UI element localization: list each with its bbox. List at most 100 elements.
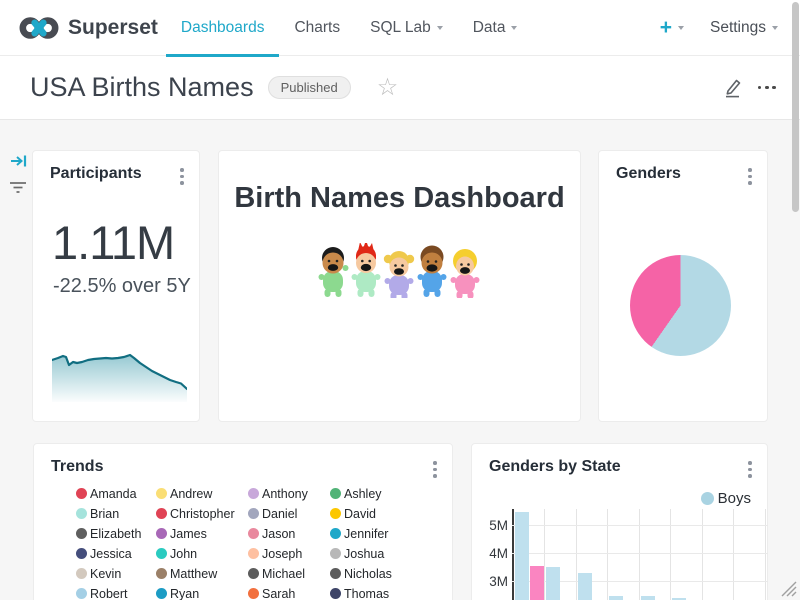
bar-boys [578,573,592,600]
legend-item-jennifer[interactable]: Jennifer [330,528,420,539]
legend-name: Kevin [90,567,121,581]
legend-item-michael[interactable]: Michael [248,568,330,579]
legend-dot [248,508,259,519]
legend-name: Robert [90,587,128,600]
boys-legend-item[interactable]: Boys [701,490,751,507]
bar-boys [641,596,655,600]
legend-name: John [170,547,197,561]
published-badge[interactable]: Published [268,76,351,99]
legend-dot [156,528,167,539]
legend-item-anthony[interactable]: Anthony [248,488,330,499]
dashboard-grid: Participants 1.11M -22.5% over 5Y Birth … [0,120,800,600]
legend-item-matthew[interactable]: Matthew [156,568,248,579]
legend-item-jason[interactable]: Jason [248,528,330,539]
gridline [670,509,671,600]
legend-item-nicholas[interactable]: Nicholas [330,568,420,579]
markdown-card: Birth Names Dashboard [218,150,581,422]
gridline [733,509,734,600]
legend-item-christopher[interactable]: Christopher [156,508,248,519]
gridline [765,509,766,600]
legend-name: Elizabeth [90,527,141,541]
nav-item-sql-lab[interactable]: SQL Lab [355,0,458,56]
legend-item-daniel[interactable]: Daniel [248,508,330,519]
nav-item-label: Dashboards [181,19,265,37]
legend-name: Jennifer [344,527,388,541]
legend-name: Joshua [344,547,384,561]
legend-name: Michael [262,567,305,581]
y-axis-line [512,509,514,600]
legend-dot [330,588,341,599]
legend-item-joseph[interactable]: Joseph [248,548,330,559]
settings-menu[interactable]: Settings [710,19,778,37]
legend-item-david[interactable]: David [330,508,420,519]
legend-name: Jessica [90,547,132,561]
superset-logo-icon[interactable] [18,13,60,43]
kids-illustration [317,243,482,298]
chevron-down-icon [772,26,778,30]
kebab-menu-icon[interactable] [745,165,755,188]
legend-dot [76,568,87,579]
star-icon[interactable]: ☆ [377,76,399,100]
legend-item-james[interactable]: James [156,528,248,539]
legend-item-kevin[interactable]: Kevin [76,568,156,579]
legend-item-brian[interactable]: Brian [76,508,156,519]
legend-dot [156,548,167,559]
brand-text[interactable]: Superset [68,16,158,40]
legend-item-jessica[interactable]: Jessica [76,548,156,559]
kebab-menu-icon[interactable] [177,165,187,188]
boys-legend-label: Boys [718,490,751,507]
boys-legend-dot [701,492,714,505]
new-item-button[interactable]: + [660,17,684,38]
edit-pencil-icon[interactable] [723,78,742,98]
legend-item-joshua[interactable]: Joshua [330,548,420,559]
chevron-down-icon [437,26,443,30]
gridline [576,509,577,600]
nav-item-dashboards[interactable]: Dashboards [166,0,280,56]
resize-handle-icon[interactable] [780,580,798,598]
legend-dot [76,528,87,539]
legend-item-john[interactable]: John [156,548,248,559]
dashboard-header: USA Births Names Published ☆ [0,56,800,120]
legend-name: Joseph [262,547,302,561]
legend-item-andrew[interactable]: Andrew [156,488,248,499]
legend-item-sarah[interactable]: Sarah [248,588,330,599]
legend-item-ryan[interactable]: Ryan [156,588,248,599]
legend-dot [156,568,167,579]
kebab-menu-icon[interactable] [430,458,440,481]
legend-item-robert[interactable]: Robert [76,588,156,599]
expand-filter-bar-icon[interactable] [10,152,28,170]
legend-item-elizabeth[interactable]: Elizabeth [76,528,156,539]
legend-item-ashley[interactable]: Ashley [330,488,420,499]
nav-item-data[interactable]: Data [458,0,533,56]
legend-name: Anthony [262,487,308,501]
nav-item-charts[interactable]: Charts [279,0,355,56]
bar-girls [530,566,544,600]
plus-icon: + [660,17,672,38]
gridline [639,509,640,600]
legend-name: Jason [262,527,295,541]
genders-by-state-card: Genders by State Boys 5M 4M 3M [471,443,768,600]
nav-item-label: Data [473,19,506,37]
gridline [544,509,545,600]
filter-list-icon[interactable] [9,180,27,196]
scrollbar-thumb[interactable] [792,2,799,212]
ellipsis-menu-icon[interactable] [758,86,776,90]
legend-name: Ryan [170,587,199,600]
legend-dot [76,508,87,519]
legend-name: Brian [90,507,119,521]
legend-dot [248,588,259,599]
legend-dot [330,488,341,499]
kebab-menu-icon[interactable] [745,458,755,481]
nav-items: Dashboards Charts SQL Lab Data [166,0,533,56]
nav-item-label: Charts [294,19,340,37]
top-nav: Superset Dashboards Charts SQL Lab Data + S… [0,0,800,56]
gridline [512,553,768,554]
legend-item-amanda[interactable]: Amanda [76,488,156,499]
chevron-down-icon [678,26,684,30]
legend-dot [248,568,259,579]
legend-dot [248,548,259,559]
legend-name: Amanda [90,487,137,501]
legend-dot [156,588,167,599]
legend-item-thomas[interactable]: Thomas [330,588,420,599]
genders-by-state-bar-chart [512,509,768,600]
